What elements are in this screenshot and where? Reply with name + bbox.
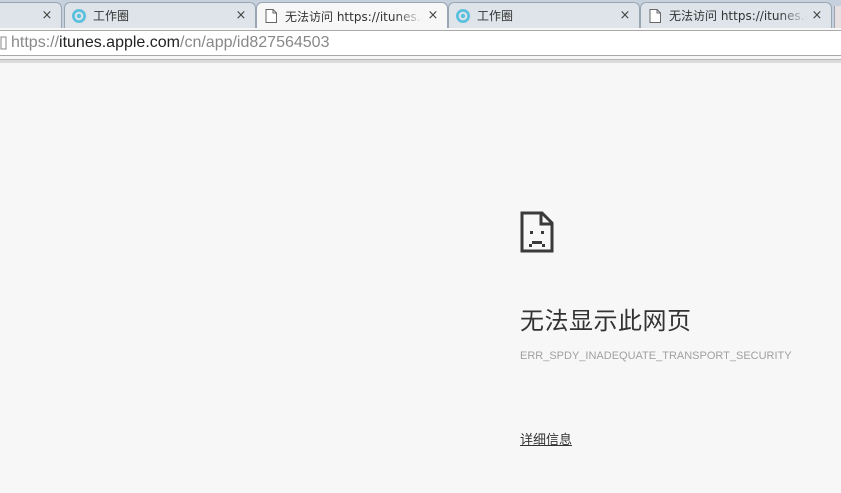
url-path: /cn/app/id827564503 xyxy=(180,34,330,51)
toolbar: https://itunes.apple.com/cn/app/id827564… xyxy=(0,28,841,60)
close-icon[interactable]: × xyxy=(427,9,439,22)
close-icon[interactable]: × xyxy=(811,9,823,22)
tab-2[interactable]: 无法访问 https://itunes.apple.com × xyxy=(256,2,448,28)
error-page: 无法显示此网页 ERR_SPDY_INADEQUATE_TRANSPORT_SE… xyxy=(0,63,841,493)
close-icon[interactable]: × xyxy=(41,9,53,22)
circle-logo-icon xyxy=(455,8,471,24)
error-code: ERR_SPDY_INADEQUATE_TRANSPORT_SECURITY xyxy=(520,350,792,362)
sad-page-icon xyxy=(520,211,554,257)
page-icon xyxy=(647,8,663,24)
details-link[interactable]: 详细信息 xyxy=(520,429,572,448)
tab-strip: × 工作圈 × 无法访问 https://itunes.apple.com × xyxy=(0,0,841,28)
tab-1[interactable]: 工作圈 × xyxy=(64,2,256,28)
page-info-icon[interactable] xyxy=(0,35,9,51)
tab-title: 工作圈 xyxy=(93,9,130,23)
error-heading: 无法显示此网页 xyxy=(520,307,692,335)
tab-0[interactable]: × xyxy=(0,2,62,28)
circle-logo-icon xyxy=(71,8,87,24)
close-icon[interactable]: × xyxy=(619,9,631,22)
tab-title: 工作圈 xyxy=(477,9,514,23)
url-scheme: https:// xyxy=(11,34,60,51)
tab-edge xyxy=(834,6,841,28)
page-icon xyxy=(263,8,279,24)
tab-title: 无法访问 https://itunes.apple.com xyxy=(285,9,423,24)
close-icon[interactable]: × xyxy=(235,9,247,22)
tab-3[interactable]: 工作圈 × xyxy=(448,2,640,28)
url-host: itunes.apple.com xyxy=(59,34,180,51)
tab-4[interactable]: 无法访问 https://itunes.apple.com × xyxy=(640,2,832,28)
url-text[interactable]: https://itunes.apple.com/cn/app/id827564… xyxy=(11,34,329,52)
address-bar[interactable]: https://itunes.apple.com/cn/app/id827564… xyxy=(0,30,841,56)
tab-title: 无法访问 https://itunes.apple.com xyxy=(669,9,807,23)
